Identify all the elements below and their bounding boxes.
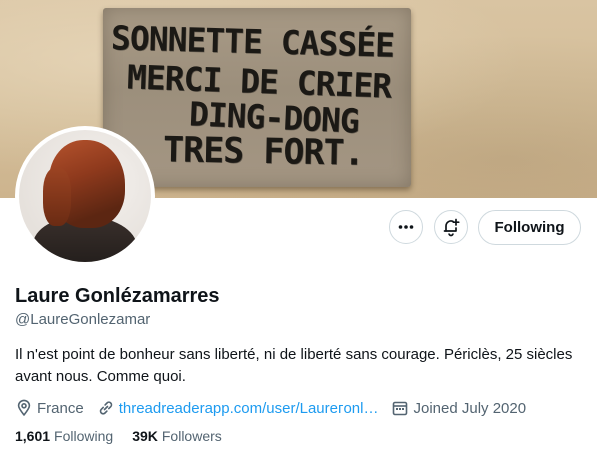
followers-label: Followers [161,428,222,444]
followers-count: 39K [132,428,158,444]
avatar[interactable] [15,126,155,266]
calendar-icon [393,401,408,416]
location-text: France [37,399,84,417]
following-button[interactable]: Following [478,210,581,245]
profile-meta: France threadreaderapp.com/user/Laurегon… [15,398,539,418]
following-count: 1,601 [15,428,51,444]
banner-sign: SONNETTE CASSÉE MERCI DE CRIER DING-DONG… [103,8,411,187]
bell-plus-icon [443,218,460,237]
user-handle: @LaureGonlezamar [15,311,151,328]
sign-line-4: TRES FORT. [162,130,365,174]
avatar-photo [19,130,151,262]
ellipsis-icon [398,225,414,229]
link-icon [99,401,112,415]
location-pin-icon [17,399,31,416]
website-item[interactable]: threadreaderapp.com/user/Laurегonl… [97,399,379,417]
more-button[interactable] [389,210,423,244]
following-label: Following [54,428,114,444]
profile-bio: Il n'est point de bonheur sans liberté, … [15,346,573,385]
follow-stats: 1,601 Following 39K Followers [15,428,241,444]
display-name: Laure Gonlézamarres [15,285,220,307]
website-link[interactable]: threadreaderapp.com/user/Laurегonl… [119,400,379,417]
joined-item: Joined July 2020 [391,399,526,417]
following-stat[interactable]: 1,601 Following [15,428,113,444]
location-item: France [15,399,84,417]
avatar-hair-side [43,168,71,226]
joined-text: Joined July 2020 [413,399,527,417]
followers-stat[interactable]: 39K Followers [132,428,222,444]
notify-button[interactable] [434,210,468,244]
